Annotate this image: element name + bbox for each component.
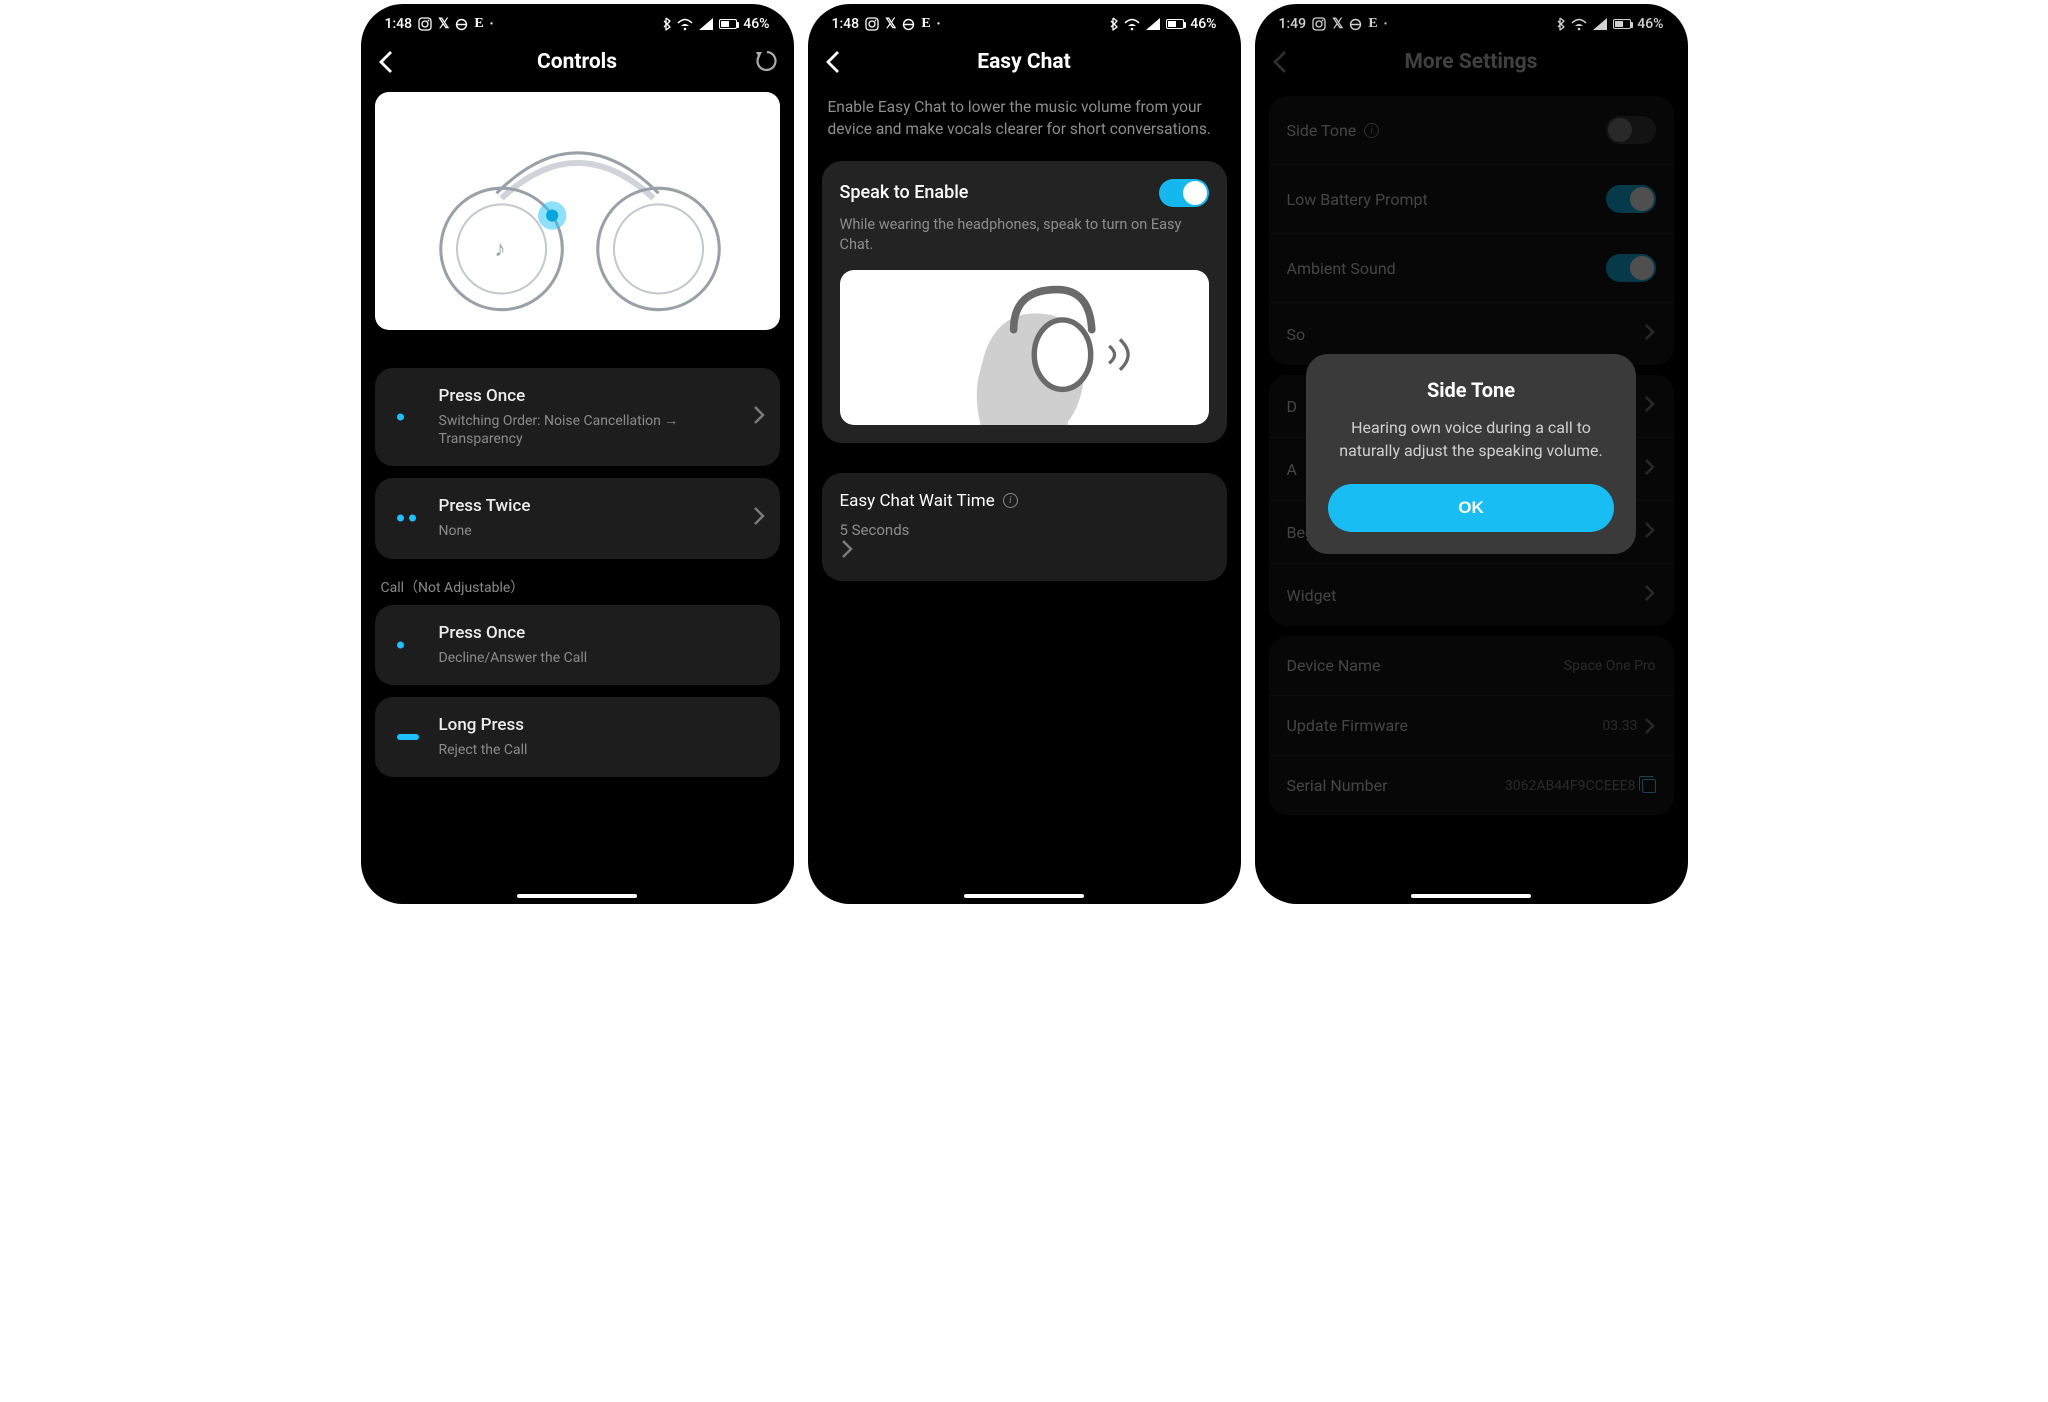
speak-title: Speak to Enable (840, 182, 969, 203)
svg-text:♪: ♪ (494, 236, 505, 261)
page-title: Controls (537, 50, 617, 74)
speak-to-enable-card: Speak to Enable While wearing the headph… (822, 161, 1227, 443)
wait-title: Easy Chat Wait Time (840, 491, 995, 511)
headphone-illustration-card: ♪ (375, 92, 780, 330)
bluetooth-icon (661, 17, 671, 31)
press-twice-title: Press Twice (439, 496, 736, 516)
battery-icon (1166, 19, 1184, 29)
more-dot-icon: • (937, 19, 941, 30)
bluetooth-icon (1108, 17, 1118, 31)
app-e-icon: E (474, 16, 483, 32)
chevron-right-icon (752, 405, 766, 429)
modal-title: Side Tone (1328, 378, 1614, 402)
back-button[interactable] (822, 48, 846, 80)
header: Controls (361, 38, 794, 86)
page-title: Easy Chat (977, 50, 1070, 74)
home-indicator[interactable] (517, 894, 637, 898)
wifi-icon (677, 18, 693, 31)
signal-icon (699, 18, 713, 30)
press-once-row[interactable]: Press Once Switching Order: Noise Cancel… (375, 368, 780, 466)
home-indicator[interactable] (964, 894, 1084, 898)
x-logo-icon: 𝕏 (438, 16, 449, 32)
wait-value: 5 Seconds (840, 521, 1183, 539)
press-once-sub: Switching Order: Noise Cancellation → Tr… (439, 412, 736, 448)
modal-backdrop[interactable]: Side Tone Hearing own voice during a cal… (1255, 4, 1688, 904)
home-indicator[interactable] (1411, 894, 1531, 898)
chevron-right-icon (752, 506, 766, 530)
call-press-once-title: Press Once (439, 623, 736, 643)
signal-icon (1146, 18, 1160, 30)
more-dot-icon: • (490, 19, 494, 30)
long-press-row: Long Press Reject the Call (375, 697, 780, 777)
circle-icon (902, 18, 915, 31)
speak-illustration (840, 270, 1209, 425)
easy-chat-description: Enable Easy Chat to lower the music volu… (808, 86, 1241, 145)
long-press-icon (397, 734, 419, 740)
long-press-sub: Reject the Call (439, 741, 736, 759)
instagram-icon (418, 17, 432, 31)
side-tone-modal: Side Tone Hearing own voice during a cal… (1306, 354, 1636, 554)
screen-controls: 1:48 𝕏 E • 46% Controls ♪ (361, 4, 794, 904)
wait-time-row[interactable]: Easy Chat Wait Time i 5 Seconds (822, 473, 1227, 581)
status-bar: 1:48 𝕏 E • 46% (808, 4, 1241, 38)
call-press-once-sub: Decline/Answer the Call (439, 649, 736, 667)
back-button[interactable] (375, 48, 399, 80)
press-once-icon (397, 641, 404, 648)
ok-button[interactable]: OK (1328, 484, 1614, 532)
screen-easy-chat: 1:48 𝕏 E • 46% Easy Chat Enable Easy Cha… (808, 4, 1241, 904)
call-section-label: Call（Not Adjustable） (381, 577, 794, 597)
press-twice-sub: None (439, 522, 736, 540)
x-logo-icon: 𝕏 (885, 16, 896, 32)
speak-desc: While wearing the headphones, speak to t… (840, 215, 1209, 256)
circle-icon (455, 18, 468, 31)
press-once-icon (397, 414, 404, 421)
instagram-icon (865, 17, 879, 31)
long-press-title: Long Press (439, 715, 736, 735)
battery-pct: 46% (743, 16, 769, 32)
app-e-icon: E (921, 16, 930, 32)
header: Easy Chat (808, 38, 1241, 86)
battery-pct: 46% (1190, 16, 1216, 32)
status-time: 1:48 (385, 16, 413, 32)
call-press-once-row: Press Once Decline/Answer the Call (375, 605, 780, 685)
battery-icon (719, 19, 737, 29)
status-time: 1:48 (832, 16, 860, 32)
press-twice-row[interactable]: Press Twice None (375, 478, 780, 558)
modal-body: Hearing own voice during a call to natur… (1328, 416, 1614, 462)
press-twice-icon (397, 515, 416, 522)
headphones-icon: ♪ (375, 92, 780, 330)
reset-button[interactable] (754, 48, 780, 78)
status-bar: 1:48 𝕏 E • 46% (361, 4, 794, 38)
press-once-title: Press Once (439, 386, 736, 406)
wifi-icon (1124, 18, 1140, 31)
info-icon[interactable]: i (1003, 493, 1018, 508)
speak-toggle[interactable] (1159, 179, 1209, 207)
screen-more-settings: 1:49 𝕏 E • 46% More Settings Side Tonei (1255, 4, 1688, 904)
chevron-right-icon (840, 544, 854, 563)
